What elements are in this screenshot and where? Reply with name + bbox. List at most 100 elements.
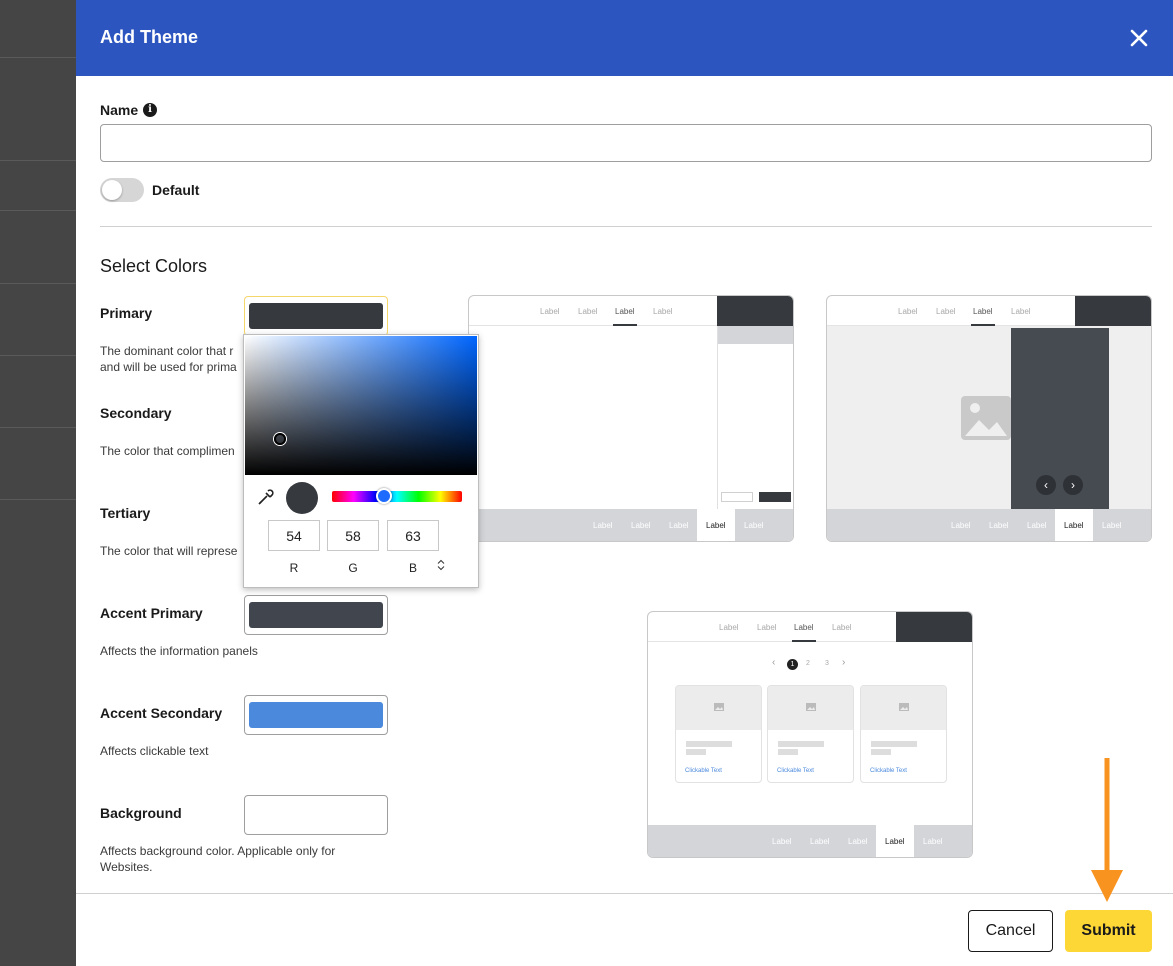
mockup-tab-label: Label xyxy=(973,307,993,316)
mockup-topbar xyxy=(896,612,972,642)
mockup-tab-label: Label xyxy=(540,307,560,316)
modal-header: Add Theme xyxy=(76,0,1173,76)
accent-secondary-label: Accent Secondary xyxy=(100,705,223,721)
backdrop-divider xyxy=(0,427,76,428)
mockup-card: Clickable Text xyxy=(767,685,854,783)
green-input[interactable] xyxy=(327,520,379,551)
primary-color-swatch[interactable] xyxy=(244,296,388,336)
cancel-button[interactable]: Cancel xyxy=(968,910,1053,952)
chevron-left-icon: ‹ xyxy=(772,657,776,668)
card-link: Clickable Text xyxy=(777,768,814,774)
card-image xyxy=(768,686,853,730)
card-image xyxy=(861,686,946,730)
backdrop-divider xyxy=(0,210,76,211)
hue-slider-handle[interactable] xyxy=(376,488,392,504)
mockup-footer: Label Label Label Label Label xyxy=(648,825,972,857)
modal-footer-divider xyxy=(76,893,1173,894)
mockup-side-header xyxy=(717,326,793,344)
red-input[interactable] xyxy=(268,520,320,551)
color-preview-swatch xyxy=(286,482,318,514)
mockup-footer-selected: Label xyxy=(876,825,914,857)
mockup-footer: Label Label Label Label Label xyxy=(827,509,1151,541)
background-color-swatch[interactable] xyxy=(244,795,388,835)
saturation-cursor[interactable] xyxy=(274,433,286,445)
primary-desc-line1: The dominant color that r xyxy=(100,344,234,358)
accent-secondary-color-swatch[interactable] xyxy=(244,695,388,735)
mockup-tab-label: Label xyxy=(936,307,956,316)
mockup-footer-label: Label xyxy=(706,521,726,530)
name-label: Name xyxy=(100,102,139,118)
mockup-footer: Label Label Label Label Label xyxy=(469,509,793,541)
mockup-footer-label: Label xyxy=(810,837,830,846)
section-divider xyxy=(100,226,1152,227)
blue-input[interactable] xyxy=(387,520,439,551)
secondary-label: Secondary xyxy=(100,405,172,421)
card-text-placeholder xyxy=(686,741,732,747)
mockup-side-button xyxy=(759,492,791,502)
format-toggle-icon[interactable] xyxy=(437,559,445,574)
mockup-tab-label: Label xyxy=(578,307,598,316)
card-text-placeholder xyxy=(778,749,798,755)
accent-primary-color-swatch[interactable] xyxy=(244,595,388,635)
card-text-placeholder xyxy=(871,749,891,755)
backdrop-divider xyxy=(0,355,76,356)
image-placeholder-icon xyxy=(806,703,816,711)
mockup-footer-label: Label xyxy=(744,521,764,530)
card-text-placeholder xyxy=(686,749,706,755)
background-label: Background xyxy=(100,805,182,821)
primary-color-fill xyxy=(249,303,383,329)
eyedropper-icon[interactable] xyxy=(257,488,275,506)
mockup-footer-label: Label xyxy=(1064,521,1084,530)
hue-slider[interactable] xyxy=(332,488,462,504)
mockup-side-border xyxy=(717,326,718,509)
image-placeholder-icon xyxy=(959,392,1013,451)
default-toggle[interactable] xyxy=(100,178,144,202)
mockup-tab-label: Label xyxy=(615,307,635,316)
mockup-footer-label: Label xyxy=(593,521,613,530)
default-label: Default xyxy=(152,182,200,198)
background-desc-line2: Websites. xyxy=(100,860,153,874)
close-icon[interactable] xyxy=(1125,24,1153,52)
mockup-footer-label: Label xyxy=(923,837,943,846)
red-label: R xyxy=(289,561,299,575)
mockup-side-button xyxy=(721,492,753,502)
pagination-page: 3 xyxy=(825,660,829,667)
name-input[interactable] xyxy=(100,124,1152,162)
mockup-footer-label: Label xyxy=(631,521,651,530)
card-image xyxy=(676,686,761,730)
mockup-topbar xyxy=(717,296,793,326)
annotation-arrow-icon xyxy=(1091,758,1123,902)
mockup-footer-label: Label xyxy=(1102,521,1122,530)
image-placeholder-icon xyxy=(714,703,724,711)
mockup-info-panel xyxy=(1011,328,1109,509)
mockup-tab-label: Label xyxy=(1011,307,1031,316)
card-text-placeholder xyxy=(871,741,917,747)
mockup-footer-label: Label xyxy=(772,837,792,846)
accent-secondary-color-fill xyxy=(249,702,383,728)
select-colors-title: Select Colors xyxy=(100,256,208,276)
saturation-value-area[interactable] xyxy=(245,336,477,475)
toggle-knob xyxy=(102,180,122,200)
mockup-tab-label: Label xyxy=(898,307,918,316)
add-theme-modal: Add Theme Name i Default Select Colors P… xyxy=(76,0,1173,966)
preview-mockup-layout-3: Label Label Label Label ‹ 1 2 3 › Clicka… xyxy=(647,611,973,858)
info-icon[interactable]: i xyxy=(143,103,157,117)
chevron-right-icon: › xyxy=(842,657,846,668)
mockup-card: Clickable Text xyxy=(860,685,947,783)
mockup-footer-label: Label xyxy=(989,521,1009,530)
card-link: Clickable Text xyxy=(870,768,907,774)
card-link: Clickable Text xyxy=(685,768,722,774)
mockup-footer-label: Label xyxy=(951,521,971,530)
mockup-footer-label: Label xyxy=(848,837,868,846)
image-placeholder-icon xyxy=(899,703,909,711)
color-picker-popover: R G B xyxy=(243,334,479,588)
mockup-tab-label: Label xyxy=(832,623,852,632)
mockup-tab-label: Label xyxy=(757,623,777,632)
chevron-left-icon: ‹ xyxy=(1036,475,1056,495)
accent-primary-desc: Affects the information panels xyxy=(100,644,258,658)
submit-button[interactable]: Submit xyxy=(1065,910,1152,952)
preview-mockup-layout-2: Label Label Label Label ‹ › Label Label … xyxy=(826,295,1152,542)
page-backdrop xyxy=(0,0,76,966)
mockup-footer-selected: Label xyxy=(1055,509,1093,541)
blue-label: B xyxy=(408,561,417,575)
